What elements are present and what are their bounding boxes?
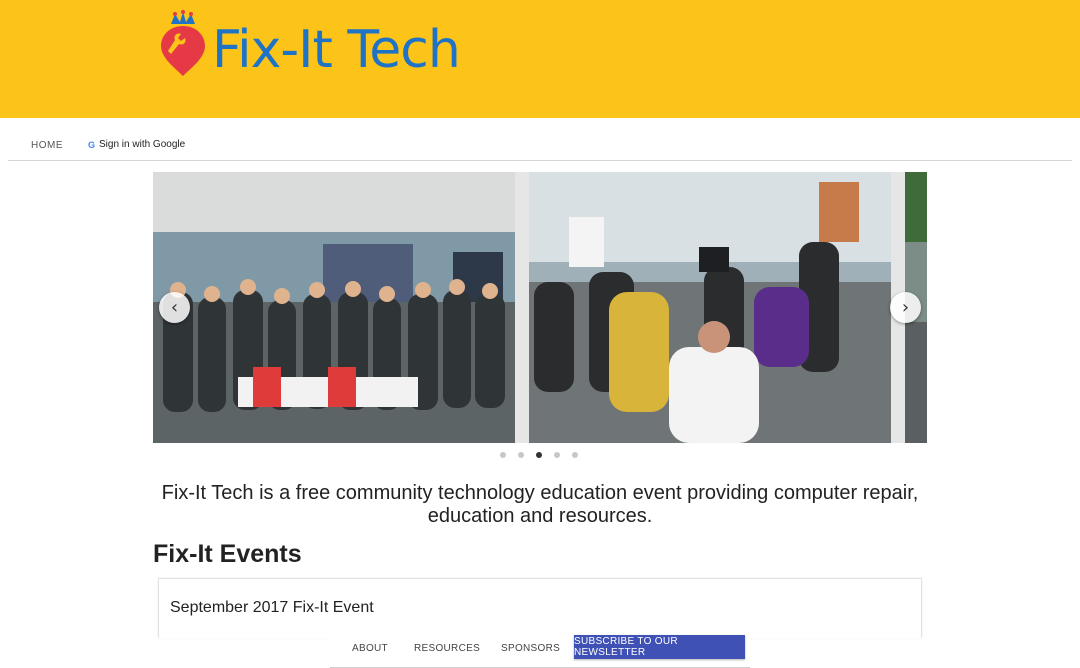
nav-home-link[interactable]: HOME	[31, 140, 63, 151]
footer-nav-about[interactable]: ABOUT	[352, 643, 388, 654]
carousel-dot[interactable]	[572, 452, 578, 458]
carousel-next-button[interactable]: ›	[890, 292, 921, 323]
events-heading: Fix-It Events	[153, 540, 302, 568]
event-card[interactable]: September 2017 Fix-It Event	[158, 578, 922, 638]
carousel-slide-group-photo	[153, 172, 515, 443]
site-tagline: Fix-It Tech is a free community technolo…	[161, 482, 919, 527]
footer-nav-resources[interactable]: RESOURCES	[414, 643, 480, 654]
carousel-prev-button[interactable]: ‹	[159, 292, 190, 323]
google-signin-label: Sign in with Google	[99, 139, 186, 150]
carousel-indicators	[500, 452, 578, 458]
subscribe-newsletter-button[interactable]: SUBSCRIBE TO OUR NEWSLETTER	[574, 635, 745, 659]
google-icon: G	[88, 139, 96, 150]
carousel-dot[interactable]	[500, 452, 506, 458]
top-nav: HOME G Sign in with Google	[8, 118, 1072, 161]
photo-carousel[interactable]	[153, 172, 927, 443]
carousel-dot[interactable]	[554, 452, 560, 458]
footer-nav: ABOUT RESOURCES SPONSORS SUBSCRIBE TO OU…	[330, 631, 750, 668]
brand-title[interactable]: Fix-It Tech	[212, 24, 461, 76]
site-header: Fix-It Tech	[0, 0, 1080, 118]
event-title[interactable]: September 2017 Fix-It Event	[170, 599, 374, 617]
carousel-slide-workshop-photo	[529, 172, 891, 443]
carousel-dot-active[interactable]	[536, 452, 542, 458]
footer-nav-sponsors[interactable]: SPONSORS	[501, 643, 560, 654]
carousel-dot[interactable]	[518, 452, 524, 458]
fixit-logo-icon	[161, 10, 205, 76]
google-signin-button[interactable]: G Sign in with Google	[88, 139, 185, 150]
